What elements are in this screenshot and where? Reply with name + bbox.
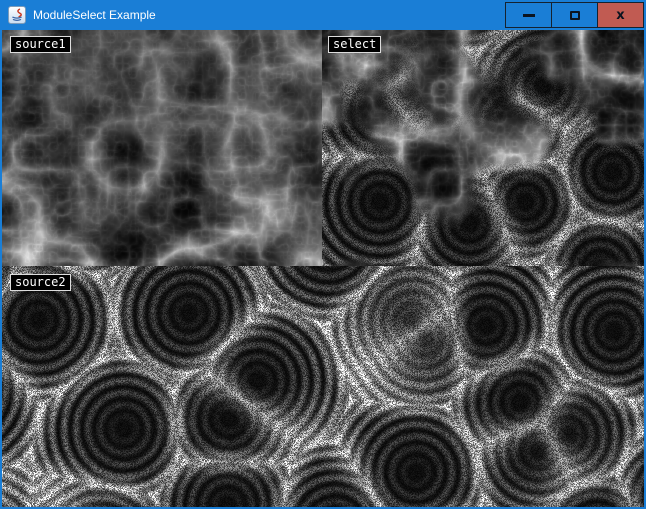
window-controls: x (506, 2, 644, 28)
minimize-button[interactable] (505, 2, 552, 28)
minimize-icon (523, 14, 535, 17)
close-icon: x (616, 9, 624, 22)
window-title: ModuleSelect Example (33, 0, 156, 30)
source2-image (2, 266, 644, 507)
source2-label: source2 (10, 274, 71, 291)
java-cup-icon (8, 6, 26, 24)
select-label: select (328, 36, 381, 53)
close-button[interactable]: x (597, 2, 644, 28)
app-window: ModuleSelect Example x source1 select so… (0, 0, 646, 509)
source1-image (2, 30, 322, 266)
maximize-button[interactable] (551, 2, 598, 28)
maximize-icon (570, 11, 580, 20)
select-image (322, 30, 644, 266)
render-area: source1 select source2 (2, 30, 644, 507)
titlebar[interactable]: ModuleSelect Example x (0, 0, 646, 30)
source1-label: source1 (10, 36, 71, 53)
